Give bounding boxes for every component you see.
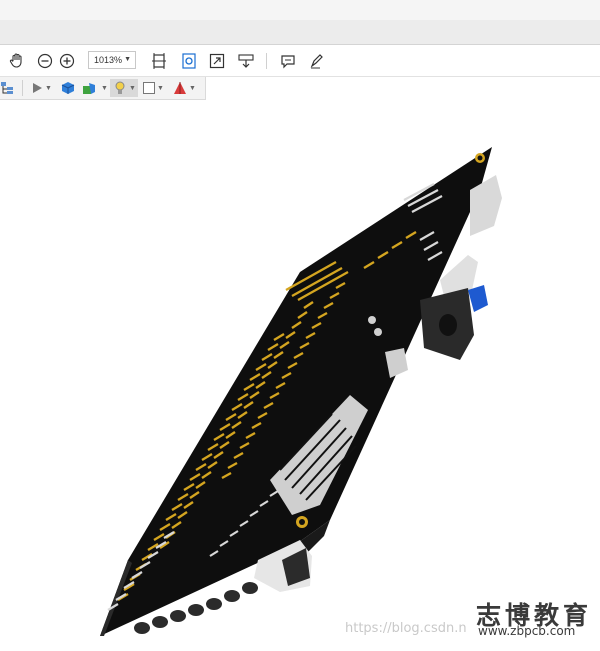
rotate-icon[interactable] [178, 50, 200, 72]
3d-toolbar: ▼ ▼ ▼ ▼ ▼ [0, 77, 206, 100]
3d-viewport[interactable] [0, 100, 600, 646]
fullscreen-icon[interactable] [206, 50, 228, 72]
watermark-csdn: https://blog.csdn.n [345, 621, 467, 636]
main-toolbar: 1013% ▼ [0, 45, 600, 77]
chevron-down-icon: ▼ [124, 56, 131, 63]
pen-icon[interactable] [306, 50, 328, 72]
fit-page-icon[interactable] [148, 50, 170, 72]
model-tree-icon[interactable] [0, 79, 14, 97]
zoom-in-icon[interactable] [56, 50, 78, 72]
comment-icon[interactable] [277, 50, 299, 72]
watermark-url: www.zbpcb.com [478, 624, 576, 638]
cross-section-icon[interactable]: ▼ [172, 79, 196, 97]
zoom-value: 1013% [94, 55, 123, 65]
render-mode-icon[interactable]: ▼ [82, 79, 108, 97]
zoom-dropdown[interactable]: 1013% ▼ [88, 51, 136, 69]
window-top-bar [0, 0, 600, 20]
lighting-icon[interactable]: ▼ [110, 79, 138, 97]
hand-icon[interactable] [6, 50, 28, 72]
play-icon[interactable]: ▼ [30, 79, 52, 97]
background-icon[interactable]: ▼ [142, 79, 164, 97]
cube-view-icon[interactable] [60, 79, 76, 97]
zoom-out-icon[interactable] [34, 50, 56, 72]
pcb-3d-model [100, 147, 502, 636]
scroll-mode-icon[interactable] [235, 50, 257, 72]
toolbar-divider [266, 53, 267, 69]
toolbar-divider [22, 80, 23, 96]
menu-strip [0, 20, 600, 45]
